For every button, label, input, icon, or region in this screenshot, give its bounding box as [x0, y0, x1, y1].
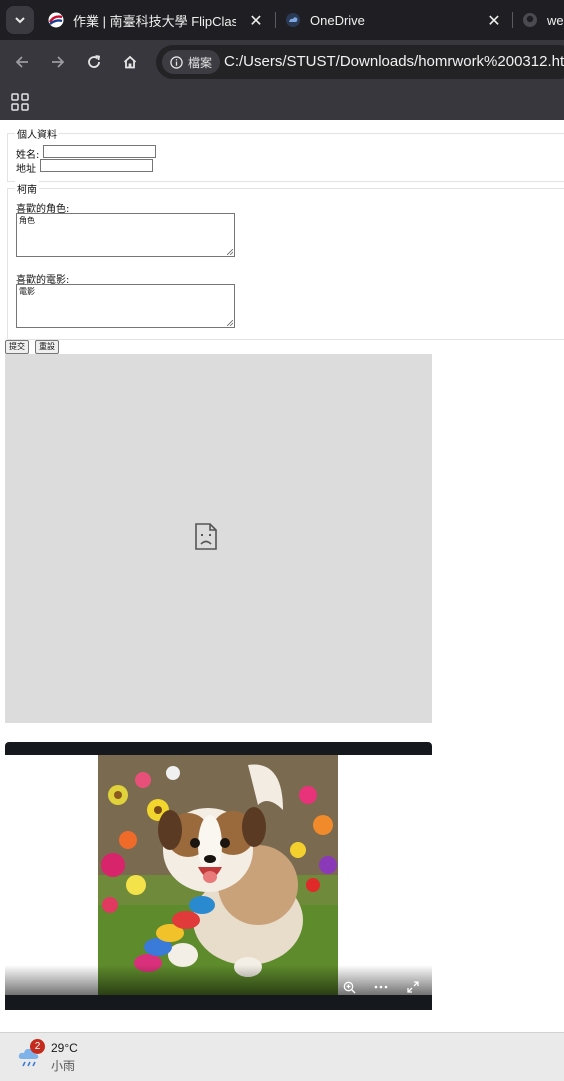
tab-title: 作業 | 南臺科技大學 FlipClass 翻	[73, 13, 236, 29]
close-icon: ✕	[487, 10, 501, 30]
broken-image-frame	[5, 354, 432, 723]
address-input[interactable]	[40, 159, 153, 172]
browser-toolbar: 檔案 C:/Users/STUST/Downloads/homrwork%200…	[0, 40, 564, 84]
tab-search-button[interactable]	[6, 6, 34, 34]
onedrive-logo-icon	[286, 13, 300, 27]
tab-strip: 作業 | 南臺科技大學 FlipClass 翻 ✕ OneDrive ✕ we	[0, 0, 564, 40]
video-frame	[5, 755, 432, 995]
submit-button[interactable]: 提交	[5, 340, 29, 354]
tab-separator	[275, 12, 276, 28]
name-label: 姓名:	[16, 150, 40, 161]
address-bar[interactable]: 檔案 C:/Users/STUST/Downloads/homrwork%200…	[156, 45, 564, 79]
back-button[interactable]	[8, 48, 36, 76]
tab-onedrive[interactable]: OneDrive	[285, 0, 475, 40]
tab-flipclass[interactable]: 作業 | 南臺科技大學 FlipClass 翻	[48, 0, 236, 40]
puppy-video-poster	[98, 755, 338, 995]
arrow-left-icon	[15, 56, 28, 68]
resize-grip-icon[interactable]	[227, 249, 233, 255]
site-info-chip[interactable]: 檔案	[162, 50, 221, 74]
conan-legend: 柯南	[15, 181, 39, 196]
close-icon: ✕	[249, 10, 263, 30]
home-icon	[123, 55, 137, 69]
more-options-button[interactable]	[373, 980, 389, 994]
tab-close-button[interactable]: ✕	[484, 10, 504, 30]
personal-info-legend: 個人資料	[15, 126, 59, 141]
video-player[interactable]	[5, 742, 432, 1010]
reload-button[interactable]	[80, 48, 108, 76]
tab-title: we	[547, 12, 564, 28]
bookmarks-bar	[0, 84, 564, 120]
more-horizontal-icon	[374, 985, 388, 989]
fullscreen-icon	[407, 981, 419, 993]
movie-textarea[interactable]: 電影	[16, 284, 235, 328]
name-input[interactable]	[43, 145, 156, 158]
github-logo-icon	[523, 13, 537, 27]
forward-button[interactable]	[44, 48, 72, 76]
video-bottom-bar	[5, 995, 432, 1010]
reload-icon	[88, 55, 101, 68]
tab-title: OneDrive	[310, 12, 365, 28]
zoom-button[interactable]	[341, 980, 357, 994]
url-text[interactable]: C:/Users/STUST/Downloads/homrwork%200312…	[224, 45, 564, 79]
chevron-down-icon	[15, 17, 25, 24]
page-content: 個人資料 姓名: 地址 柯南 喜歡的角色: 角色 喜歡的電影: 電影 提交 重設	[0, 121, 564, 1032]
movie-textarea-text: 電影	[19, 287, 35, 296]
weather-condition[interactable]: 小雨	[51, 1057, 75, 1074]
video-controls-shade	[5, 965, 432, 995]
resize-grip-icon[interactable]	[227, 320, 233, 326]
flipclass-logo-icon	[48, 12, 64, 28]
character-textarea-text: 角色	[19, 216, 35, 225]
info-icon	[170, 55, 183, 69]
address-label: 地址	[16, 164, 36, 175]
apps-grid-icon[interactable]	[11, 93, 29, 111]
broken-image-icon	[195, 523, 217, 550]
site-info-label: 檔案	[188, 55, 213, 70]
weather-temperature[interactable]: 29°C	[51, 1041, 78, 1055]
tab-separator	[512, 12, 513, 28]
taskbar: 2 29°C 小雨	[0, 1032, 564, 1081]
tab-close-button[interactable]: ✕	[246, 10, 266, 30]
arrow-right-icon	[52, 56, 65, 68]
tab-github[interactable]: we	[522, 0, 564, 40]
home-button[interactable]	[116, 48, 144, 76]
character-textarea[interactable]: 角色	[16, 213, 235, 257]
zoom-in-icon	[343, 981, 355, 993]
reset-button[interactable]: 重設	[35, 340, 59, 354]
fullscreen-button[interactable]	[405, 980, 421, 994]
weather-notification-badge: 2	[30, 1039, 45, 1054]
